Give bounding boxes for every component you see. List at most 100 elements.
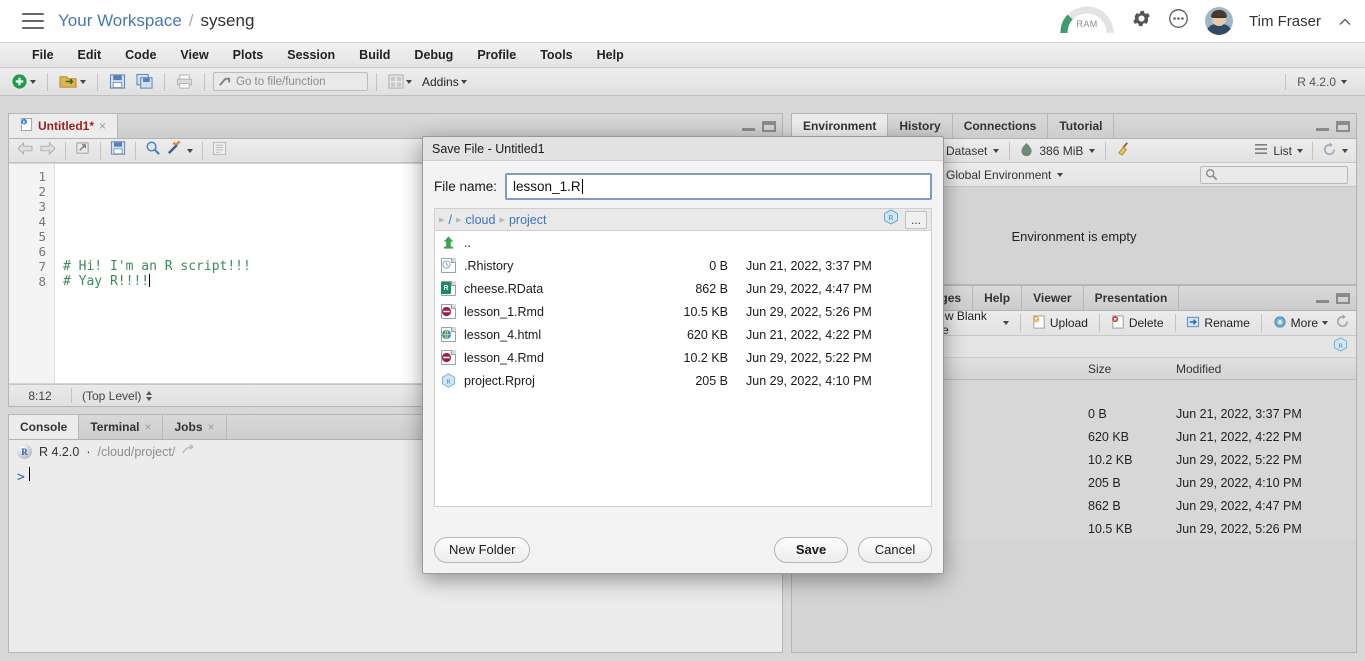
dialog-file-row[interactable]: R cheese.RData 862 B Jun 29, 2022, 4:47 …: [435, 277, 931, 300]
maximize-icon[interactable]: [1336, 292, 1350, 304]
new-blank-file-caret-icon[interactable]: [1002, 321, 1009, 325]
tab-help[interactable]: Help: [973, 286, 1023, 310]
tab-jobs[interactable]: Jobs ×: [163, 415, 227, 439]
console-working-dir[interactable]: /cloud/project/: [97, 445, 175, 459]
user-avatar[interactable]: [1205, 7, 1234, 35]
parent-directory-row[interactable]: ..: [435, 231, 931, 254]
view-mode-caret-icon[interactable]: [1297, 148, 1303, 153]
dialog-file-row[interactable]: R project.Rproj 205 B Jun 29, 2022, 4:10…: [435, 369, 931, 392]
menu-item-view[interactable]: View: [168, 45, 220, 65]
forward-icon[interactable]: [39, 141, 56, 160]
minimize-icon[interactable]: [1316, 121, 1329, 131]
outline-icon[interactable]: [212, 141, 227, 161]
menu-item-code[interactable]: Code: [113, 45, 168, 65]
new-folder-button[interactable]: New Folder: [434, 536, 531, 563]
scope-selector[interactable]: (Top Level): [72, 389, 153, 403]
dataset-caret-icon[interactable]: [993, 148, 1000, 153]
menu-item-edit[interactable]: Edit: [66, 45, 114, 65]
popout-icon[interactable]: [75, 141, 91, 161]
view-mode-label[interactable]: List: [1273, 144, 1292, 158]
ram-gauge[interactable]: RAM: [1059, 6, 1115, 36]
save-icon[interactable]: [110, 140, 126, 161]
environment-search-input[interactable]: [1200, 165, 1348, 184]
chevron-right-icon[interactable]: ▸: [439, 213, 445, 226]
save-button[interactable]: [106, 71, 129, 92]
source-tab-untitled1[interactable]: R Untitled1* ×: [9, 114, 119, 138]
broom-icon[interactable]: [1116, 141, 1132, 160]
tab-history[interactable]: History: [888, 114, 953, 138]
menu-item-help[interactable]: Help: [585, 45, 636, 65]
refresh-caret-icon[interactable]: [1342, 148, 1348, 153]
menu-item-build[interactable]: Build: [347, 45, 402, 65]
menu-item-profile[interactable]: Profile: [465, 45, 528, 65]
save-button[interactable]: Save: [774, 536, 848, 563]
r-project-icon[interactable]: R: [883, 209, 899, 230]
minimize-icon[interactable]: [1316, 293, 1329, 303]
new-file-button[interactable]: [8, 71, 39, 92]
pane-layout-caret-icon[interactable]: [406, 79, 412, 84]
dialog-file-list[interactable]: .. .Rhistory 0 B Jun 21, 2022, 3:37 PM R…: [434, 230, 932, 507]
tab-tutorial[interactable]: Tutorial: [1048, 114, 1115, 138]
tab-presentation[interactable]: Presentation: [1084, 286, 1180, 310]
close-icon[interactable]: ×: [144, 420, 151, 434]
more-button[interactable]: More: [1271, 315, 1330, 332]
menu-item-tools[interactable]: Tools: [528, 45, 584, 65]
menu-item-plots[interactable]: Plots: [221, 45, 276, 65]
more-caret-icon[interactable]: [1322, 321, 1329, 325]
dialog-file-row[interactable]: lesson_1.Rmd 10.5 KB Jun 29, 2022, 5:26 …: [435, 300, 931, 323]
files-refresh-icon[interactable]: [1335, 314, 1350, 332]
more-options-icon[interactable]: [1168, 8, 1189, 34]
more-paths-button[interactable]: ...: [905, 210, 927, 229]
tab-viewer[interactable]: Viewer: [1022, 286, 1084, 310]
filename-input[interactable]: lesson_1.R: [505, 173, 932, 200]
scope-caret-icon[interactable]: [1057, 172, 1064, 177]
tab-console[interactable]: Console: [9, 415, 80, 439]
cancel-button[interactable]: Cancel: [858, 536, 932, 563]
tab-terminal[interactable]: Terminal ×: [79, 415, 164, 439]
breadcrumb-root[interactable]: /: [449, 213, 452, 227]
print-button[interactable]: [173, 71, 196, 92]
list-view-icon[interactable]: [1254, 143, 1268, 158]
new-file-caret-icon[interactable]: [30, 79, 36, 84]
find-icon[interactable]: [145, 140, 161, 161]
magic-wand-caret-icon[interactable]: [187, 148, 193, 153]
menu-item-debug[interactable]: Debug: [402, 45, 465, 65]
pane-layout-button[interactable]: [385, 72, 415, 91]
dialog-file-row[interactable]: lesson_4.html 620 KB Jun 21, 2022, 4:22 …: [435, 323, 931, 346]
memory-caret-icon[interactable]: [1089, 148, 1096, 153]
chevron-up-icon[interactable]: [1337, 14, 1351, 28]
menu-item-file[interactable]: File: [20, 45, 66, 65]
open-file-caret-icon[interactable]: [80, 79, 86, 84]
column-header-size[interactable]: Size: [1084, 362, 1176, 376]
close-icon[interactable]: ×: [99, 119, 106, 133]
column-header-modified[interactable]: Modified: [1176, 362, 1356, 376]
addins-button[interactable]: Addins: [419, 73, 470, 91]
dialog-file-row[interactable]: lesson_4.Rmd 10.2 KB Jun 29, 2022, 5:22 …: [435, 346, 931, 369]
memory-usage-label[interactable]: 386 MiB: [1039, 144, 1083, 158]
save-all-button[interactable]: [133, 71, 156, 92]
breadcrumb-cloud[interactable]: cloud: [466, 213, 496, 227]
r-version-caret-icon[interactable]: [1341, 79, 1347, 84]
workspace-link[interactable]: Your Workspace: [58, 11, 182, 31]
scope-updown-icon[interactable]: [146, 390, 153, 401]
dialog-file-row[interactable]: .Rhistory 0 B Jun 21, 2022, 3:37 PM: [435, 254, 931, 277]
gear-icon[interactable]: [1131, 8, 1152, 34]
minimize-icon[interactable]: [742, 121, 755, 131]
menu-item-session[interactable]: Session: [275, 45, 347, 65]
environment-scope-label[interactable]: Global Environment: [946, 168, 1051, 182]
rename-button[interactable]: Rename: [1184, 315, 1251, 332]
goto-file-function-input[interactable]: Go to file/function: [213, 72, 368, 91]
maximize-icon[interactable]: [762, 120, 776, 132]
close-icon[interactable]: ×: [208, 420, 215, 434]
tab-connections[interactable]: Connections: [953, 114, 1049, 138]
back-icon[interactable]: [17, 141, 34, 160]
tab-environment[interactable]: Environment: [792, 114, 889, 138]
open-file-button[interactable]: [56, 71, 89, 92]
addins-caret-icon[interactable]: [460, 79, 467, 84]
delete-button[interactable]: Delete: [1109, 314, 1166, 332]
maximize-icon[interactable]: [1336, 120, 1350, 132]
popout-icon[interactable]: [182, 444, 195, 459]
magic-wand-icon[interactable]: [166, 140, 182, 161]
refresh-icon[interactable]: [1322, 141, 1337, 160]
upload-button[interactable]: Upload: [1030, 314, 1090, 332]
